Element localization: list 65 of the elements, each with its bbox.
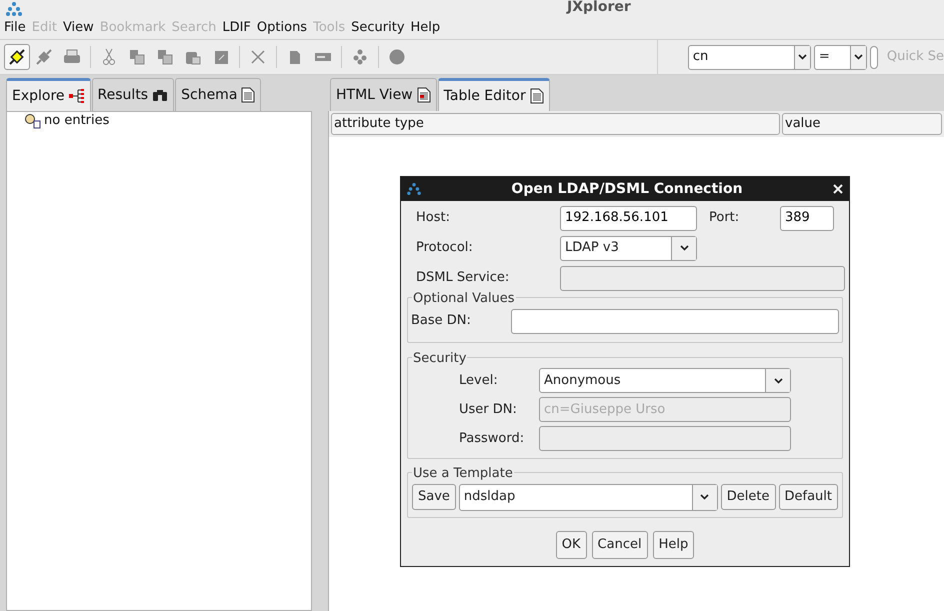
chevron-icon (798, 54, 807, 60)
panel-tab[interactable]: Schema (175, 78, 262, 111)
plug-icon (35, 48, 53, 66)
chevron-icon (774, 378, 782, 384)
page-icon (289, 50, 301, 64)
molecule-icon (352, 49, 368, 65)
field-label: DSML Service: (415, 269, 510, 288)
dialog-title: Open LDAP/DSML Connection (510, 180, 744, 198)
document-icon (241, 87, 256, 103)
dialog-button[interactable]: OK (556, 531, 587, 559)
dialog-button[interactable]: Default (778, 484, 838, 510)
field-label: Host: (415, 209, 451, 228)
scissors-icon (103, 48, 115, 66)
connect-button[interactable] (4, 44, 30, 70)
port-field[interactable]: 389 (780, 206, 834, 230)
menu-item[interactable]: Security (348, 18, 408, 38)
view-tab[interactable]: HTML View (330, 78, 437, 111)
menu-item[interactable]: Help (408, 18, 444, 38)
search-field[interactable] (870, 46, 878, 68)
square-icon (214, 50, 228, 64)
stop-icon (389, 49, 405, 65)
dialog-button[interactable]: Cancel (592, 531, 648, 559)
menu-item[interactable]: File (1, 18, 29, 38)
field-label: User DN: (458, 400, 518, 419)
field-label: Port: (708, 209, 740, 228)
menu-item[interactable]: Options (254, 18, 310, 38)
panel-tab[interactable]: Results (92, 78, 174, 111)
field-label: Level: (458, 372, 499, 390)
template-select[interactable]: ndsldap (458, 484, 718, 510)
document-icon (416, 87, 431, 103)
chevron-icon (680, 245, 688, 251)
column-header[interactable]: value (782, 113, 942, 135)
protocol-select[interactable]: LDAP v3 (560, 236, 697, 260)
attribute-select[interactable]: cn (688, 44, 811, 70)
document-icon (530, 88, 544, 104)
cross-icon (251, 50, 265, 64)
base-dn-field[interactable] (511, 308, 839, 334)
window-title: JXplorer (567, 0, 631, 15)
copy-icon (129, 49, 145, 65)
quick-search-label: Quick Se (886, 48, 944, 66)
chevron-icon (854, 54, 863, 60)
dialog-button[interactable]: Help (652, 531, 694, 559)
level-select[interactable]: Anonymous (539, 368, 791, 393)
tree-icon (68, 89, 85, 103)
panel-tab[interactable]: Explore (6, 78, 91, 111)
field-label: Password: (458, 430, 526, 448)
printer-icon (63, 49, 81, 65)
menu-item[interactable]: View (60, 18, 97, 38)
copy-icon (157, 49, 173, 65)
view-tab[interactable]: Table Editor (438, 78, 550, 111)
chevron-icon (700, 494, 710, 500)
operator-select[interactable]: = (814, 44, 867, 70)
app-logo-icon (407, 183, 421, 195)
close-icon[interactable] (833, 184, 843, 194)
plug-icon (7, 47, 27, 67)
clipboard-icon (185, 49, 201, 65)
dialog-button[interactable]: Delete (720, 484, 776, 510)
tree-item[interactable]: no entries (7, 112, 311, 130)
dialog-button[interactable]: Save (412, 484, 456, 510)
host-field[interactable]: 192.168.56.101 (560, 206, 697, 230)
field-label: Protocol: (415, 239, 474, 258)
menu-item[interactable]: LDIF (219, 18, 254, 38)
app-logo-icon (6, 2, 22, 16)
field-label: Base DN: (410, 312, 472, 330)
column-header[interactable]: attribute type (331, 113, 780, 135)
